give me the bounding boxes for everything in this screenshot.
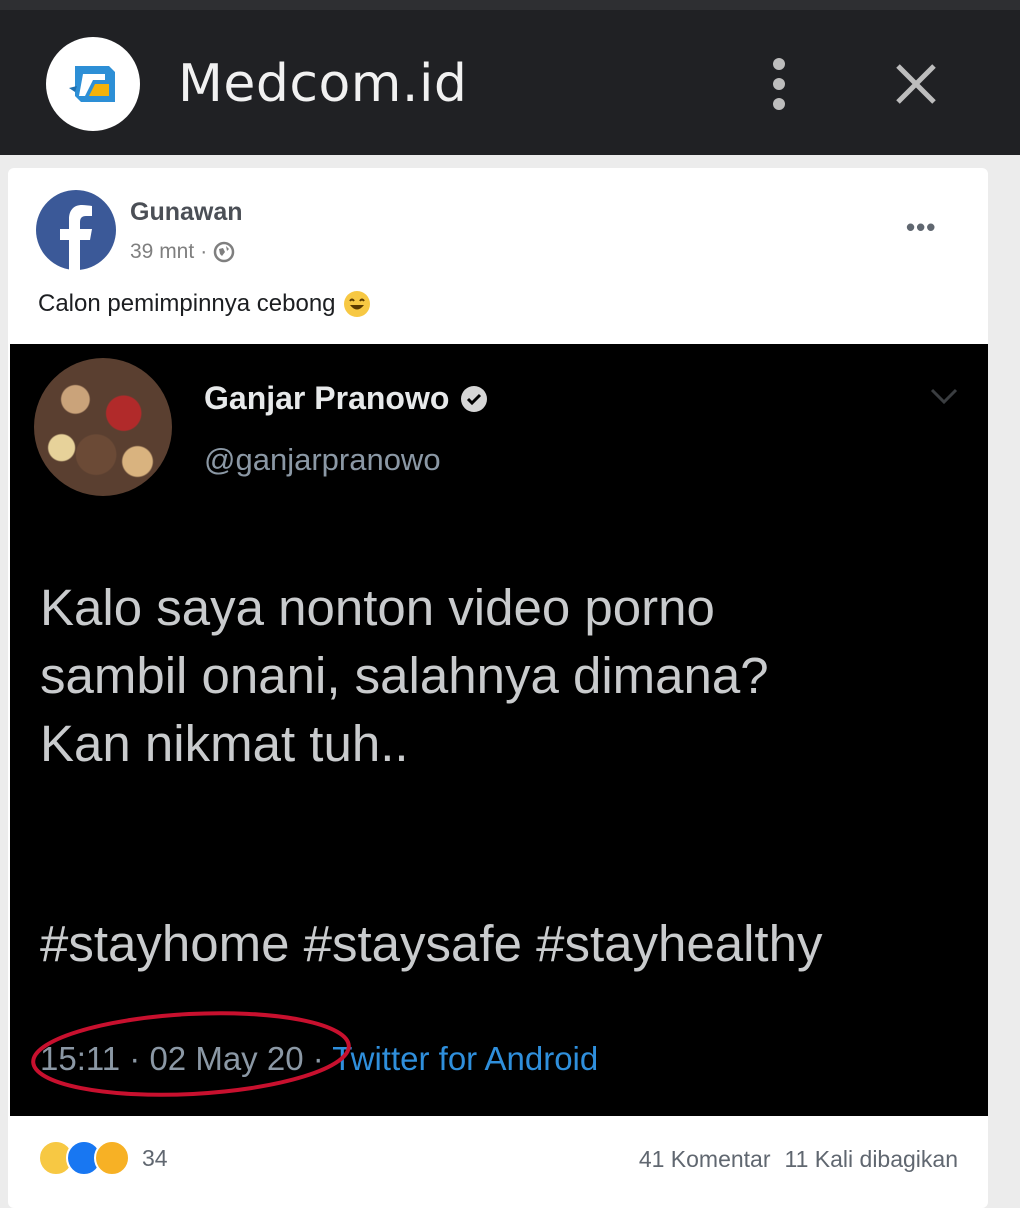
verified-badge-icon (461, 385, 488, 412)
more-options-icon[interactable]: ••• (906, 212, 936, 243)
reaction-count: 34 (142, 1144, 168, 1171)
medcom-logo-graphic (69, 66, 115, 102)
post-caption: Calon pemimpinnya cebong (38, 290, 336, 317)
tweet-hashtags: #stayhome #staysafe #stayhealthy (40, 915, 823, 972)
tweet-text-line: sambil onani, salahnya dimana? (40, 647, 769, 704)
tweet-handle: @ganjarpranowo (204, 442, 441, 477)
medcom-logo-icon[interactable] (46, 37, 140, 131)
post-meta: 39 mnt · (130, 240, 235, 264)
tweet-author-row: Ganjar Pranowo (204, 380, 489, 417)
post-stats: 41 Komentar 11 Kali dibagikan (639, 1146, 958, 1173)
tweet-text: Kalo saya nonton video porno sambil onan… (40, 574, 970, 778)
facebook-post-card: Gunawan 39 mnt · ••• Calon pemimpinnya c… (8, 168, 988, 1208)
browser-toolbar: Medcom.id (0, 0, 1020, 155)
reactions-summary[interactable]: 34 (38, 1140, 168, 1176)
tweet-avatar (34, 358, 172, 496)
facebook-avatar-icon[interactable] (36, 190, 116, 270)
tweet-screenshot: Ganjar Pranowo @ganjarpranowo Kalo saya … (10, 344, 988, 1116)
grinning-emoji-icon (343, 291, 370, 317)
toolbar-edge (0, 0, 1020, 10)
site-title: Medcom.id (178, 54, 468, 114)
red-highlight-circle (31, 1011, 351, 1097)
tweet-text-line: Kan nikmat tuh.. (40, 715, 409, 772)
post-caption-row: Calon pemimpinnya cebong (38, 290, 370, 318)
sad-reaction-icon (94, 1140, 130, 1176)
tweet-source: Twitter for Android (332, 1040, 599, 1077)
post-author[interactable]: Gunawan (130, 198, 243, 227)
post-time[interactable]: 39 mnt (130, 240, 194, 264)
tweet-text-line: Kalo saya nonton video porno (40, 579, 715, 636)
meta-separator: · (200, 240, 208, 263)
comment-count[interactable]: 41 Komentar (639, 1146, 771, 1173)
tweet-author-name: Ganjar Pranowo (204, 380, 450, 416)
chevron-down-icon (930, 388, 958, 405)
globe-icon (213, 241, 235, 263)
kebab-menu-icon[interactable] (764, 56, 794, 112)
close-icon[interactable] (890, 58, 942, 110)
share-count[interactable]: 11 Kali dibagikan (785, 1146, 958, 1173)
